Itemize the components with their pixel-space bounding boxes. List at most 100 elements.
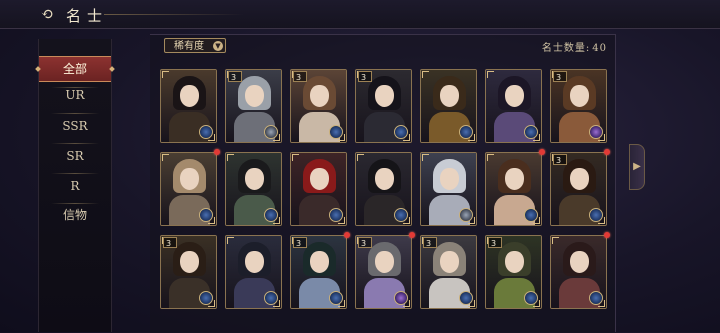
rank-emblem-icon <box>329 208 343 222</box>
character-card[interactable]: 3 <box>290 235 347 309</box>
rank-emblem-icon <box>524 125 538 139</box>
character-card[interactable]: 3 <box>550 152 607 226</box>
page-title: 名士 <box>66 7 109 25</box>
character-card[interactable]: 3 <box>420 235 477 309</box>
title-divider <box>104 14 244 15</box>
notification-dot <box>344 232 350 238</box>
character-card[interactable] <box>355 152 412 226</box>
character-card[interactable] <box>420 69 477 143</box>
portrait-face <box>570 168 589 190</box>
rank-emblem-icon <box>524 291 538 305</box>
rank-emblem-icon <box>329 125 343 139</box>
rank-emblem-icon <box>589 208 603 222</box>
chevron-right-icon[interactable]: ▶ <box>629 144 645 190</box>
chevron-down-icon: ▼ <box>213 41 223 51</box>
rank-emblem-icon <box>524 208 538 222</box>
character-card[interactable] <box>485 69 542 143</box>
sidebar-item-r[interactable]: R <box>39 174 111 198</box>
portrait-face <box>245 168 264 190</box>
portrait-face <box>505 251 524 273</box>
frame-corner <box>487 71 494 78</box>
frame-corner <box>162 154 169 161</box>
character-card[interactable] <box>160 152 217 226</box>
portrait-face <box>505 85 524 107</box>
frame-corner <box>422 154 429 161</box>
rarity-sidebar: 全部 UR SSR SR R 信物 <box>38 39 112 332</box>
sidebar-item-ur[interactable]: UR <box>39 83 111 107</box>
character-card[interactable]: 3 <box>355 69 412 143</box>
character-card[interactable] <box>160 69 217 143</box>
portrait-face <box>375 85 394 107</box>
character-card[interactable] <box>485 152 542 226</box>
portrait-face <box>570 251 589 273</box>
card-level-badge: 3 <box>488 237 502 248</box>
swirl-back-icon[interactable]: ⟲ <box>36 6 58 22</box>
roster-count-value: 40 <box>592 43 607 54</box>
roster-count-label: 名士数量: <box>541 43 591 54</box>
panel-edge <box>615 34 616 332</box>
rank-emblem-icon <box>199 208 213 222</box>
rank-emblem-icon <box>459 291 473 305</box>
portrait-face <box>310 168 329 190</box>
character-card[interactable]: 3 <box>355 235 412 309</box>
frame-corner <box>292 154 299 161</box>
card-level-badge: 3 <box>553 71 567 82</box>
card-level-badge: 3 <box>553 154 567 165</box>
rank-emblem-icon <box>589 125 603 139</box>
portrait-face <box>440 168 459 190</box>
rarity-filter-label: 稀有度 <box>174 41 204 52</box>
frame-corner <box>552 237 559 244</box>
character-card[interactable]: 3 <box>160 235 217 309</box>
character-card[interactable] <box>290 152 347 226</box>
character-card[interactable] <box>420 152 477 226</box>
notification-dot <box>604 232 610 238</box>
rank-emblem-icon <box>199 291 213 305</box>
sidebar-item-ssr[interactable]: SSR <box>39 114 111 138</box>
notification-dot <box>604 149 610 155</box>
rank-emblem-icon <box>264 125 278 139</box>
frame-corner <box>162 71 169 78</box>
card-level-badge: 3 <box>228 71 242 82</box>
character-card[interactable]: 3 <box>225 69 282 143</box>
rank-emblem-icon <box>394 291 408 305</box>
frame-corner <box>357 154 364 161</box>
card-level-badge: 3 <box>293 237 307 248</box>
card-level-badge: 3 <box>163 237 177 248</box>
portrait-face <box>310 85 329 107</box>
rank-emblem-icon <box>459 208 473 222</box>
portrait-face <box>570 85 589 107</box>
notification-dot <box>539 149 545 155</box>
sidebar-item-all[interactable]: 全部 <box>39 56 111 82</box>
rank-emblem-icon <box>394 208 408 222</box>
portrait-face <box>245 251 264 273</box>
notification-dot <box>214 149 220 155</box>
character-card[interactable] <box>225 235 282 309</box>
roster-count: 名士数量: 40 <box>542 39 607 54</box>
rank-emblem-icon <box>329 291 343 305</box>
portrait-face <box>245 85 264 107</box>
card-level-badge: 3 <box>358 237 372 248</box>
rank-emblem-icon <box>459 125 473 139</box>
card-level-badge: 3 <box>358 71 372 82</box>
character-card[interactable]: 3 <box>550 69 607 143</box>
rank-emblem-icon <box>264 291 278 305</box>
character-card[interactable] <box>225 152 282 226</box>
card-level-badge: 3 <box>423 237 437 248</box>
sidebar-item-sr[interactable]: SR <box>39 144 111 168</box>
character-card[interactable] <box>550 235 607 309</box>
rank-emblem-icon <box>264 208 278 222</box>
character-card[interactable]: 3 <box>485 235 542 309</box>
sidebar-item-token[interactable]: 信物 <box>39 203 111 227</box>
frame-corner <box>227 154 234 161</box>
frame-corner <box>422 71 429 78</box>
portrait-face <box>180 168 199 190</box>
portrait-face <box>375 251 394 273</box>
character-card[interactable]: 3 <box>290 69 347 143</box>
portrait-face <box>180 85 199 107</box>
card-level-badge: 3 <box>293 71 307 82</box>
portrait-face <box>375 168 394 190</box>
rarity-filter-dropdown[interactable]: 稀有度 ▼ <box>164 38 226 53</box>
rank-emblem-icon <box>199 125 213 139</box>
portrait-face <box>310 251 329 273</box>
top-bar: ⟲ 名士 <box>0 0 720 29</box>
